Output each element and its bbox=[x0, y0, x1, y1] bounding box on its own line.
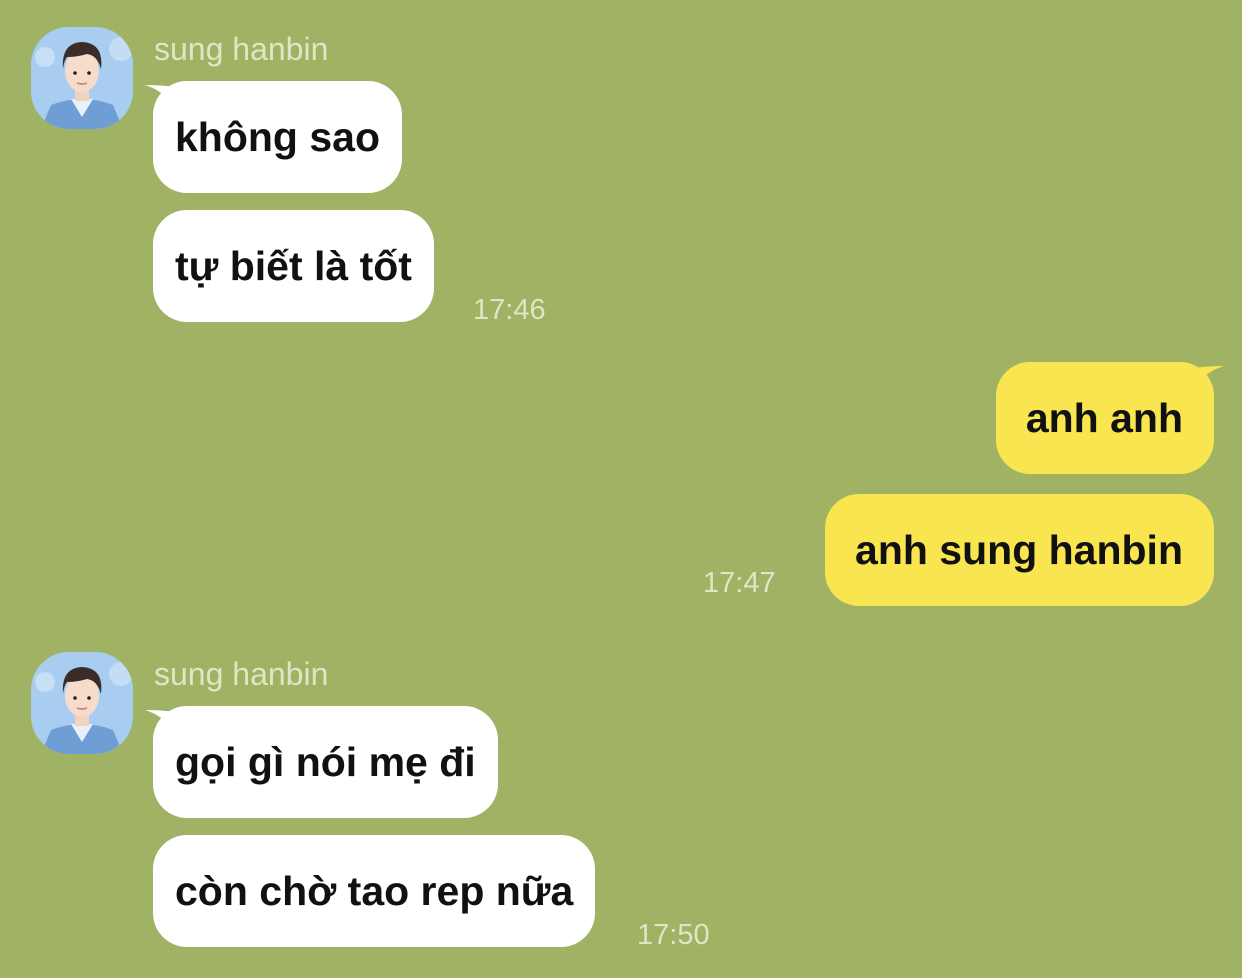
message-timestamp: 17:50 bbox=[637, 919, 710, 951]
message-bubble[interactable]: không sao bbox=[153, 81, 403, 193]
message-text: anh anh bbox=[1025, 394, 1183, 441]
profile-photo-avatar-icon bbox=[31, 652, 133, 754]
message-text: không sao bbox=[175, 113, 381, 160]
message-text: tự biết là tốt bbox=[175, 242, 412, 289]
message-text: còn chờ tao rep nữa bbox=[175, 867, 574, 914]
bubble-tail bbox=[145, 85, 175, 109]
message-bubble[interactable]: anh anh bbox=[995, 362, 1214, 474]
sender-avatar[interactable] bbox=[31, 652, 133, 754]
sender-name: sung hanbin bbox=[154, 31, 329, 67]
message-timestamp: 17:47 bbox=[703, 567, 776, 599]
profile-photo-avatar-icon bbox=[31, 27, 133, 129]
message-bubble[interactable]: tự biết là tốt bbox=[153, 210, 434, 322]
bubble-tail bbox=[1194, 366, 1224, 390]
message-timestamp: 17:46 bbox=[473, 294, 546, 326]
message-bubble[interactable]: còn chờ tao rep nữa bbox=[153, 835, 596, 947]
message-text: anh sung hanbin bbox=[855, 526, 1183, 573]
message-bubble[interactable]: gọi gì nói mẹ đi bbox=[153, 706, 498, 818]
sender-avatar[interactable] bbox=[31, 27, 133, 129]
sender-name: sung hanbin bbox=[154, 656, 329, 692]
message-bubble[interactable]: anh sung hanbin bbox=[825, 494, 1214, 606]
bubble-tail bbox=[145, 710, 175, 734]
message-text: gọi gì nói mẹ đi bbox=[175, 738, 476, 785]
